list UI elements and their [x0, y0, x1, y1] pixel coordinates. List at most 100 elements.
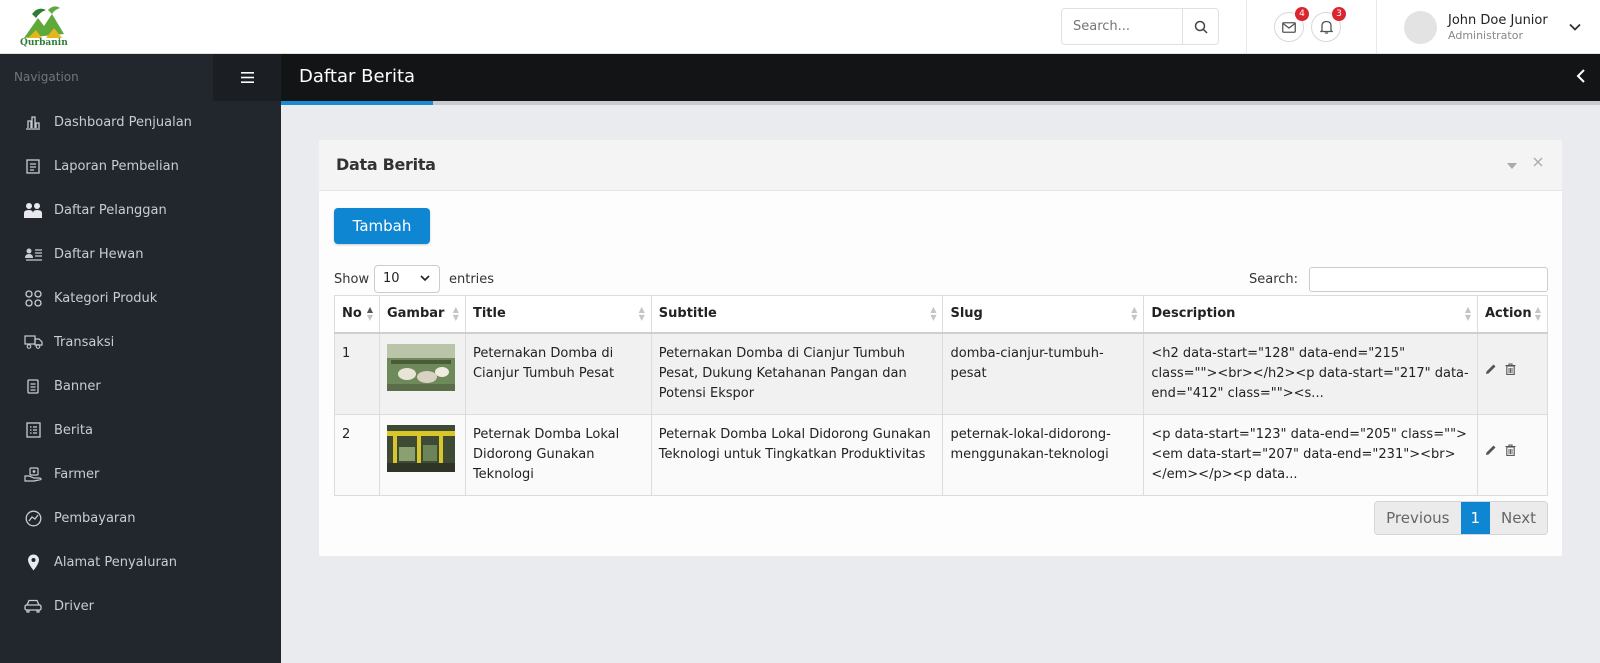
top-bar: Qurbanin 4 3 John Doe Junior Administrat… [0, 0, 1600, 54]
sidebar-item-driver[interactable]: Driver [0, 585, 281, 627]
sidebar-item-label: Banner [54, 378, 101, 394]
table-search-label: Search: [1249, 272, 1299, 287]
card-title: Data Berita [336, 155, 436, 174]
sidebar-header: Navigation [0, 54, 281, 101]
page-progress-track [281, 101, 1600, 105]
sidebar-item-label: Berita [54, 422, 93, 438]
column-header-description[interactable]: Description ▲ ▼ [1143, 295, 1478, 334]
cell-subtitle: Peternak Domba Lokal Didorong Gunakan Te… [650, 413, 944, 496]
show-label: Show [334, 272, 370, 287]
sidebar-item-banner[interactable]: Banner [0, 365, 281, 407]
pagination-page-1[interactable]: 1 [1460, 502, 1491, 534]
tambah-button[interactable]: Tambah [334, 208, 430, 244]
edit-icon[interactable] [1485, 443, 1497, 463]
sort-icon: ▲ ▼ [452, 305, 459, 322]
close-icon [1533, 157, 1543, 167]
column-header-gambar[interactable]: Gambar ▲ ▼ [378, 295, 466, 334]
sort-icon: ▲ ▼ [1131, 305, 1138, 322]
column-header-label: Action [1484, 306, 1532, 322]
berita-table: No ▲ ▼ Gambar ▲ ▼ Title ▲ ▼ Subtitle ▲ ▼ Slug ▲ ▼ … [334, 295, 1549, 496]
notifications-button[interactable]: 3 [1311, 7, 1346, 42]
sidebar-item-daftar-pelanggan[interactable]: Daftar Pelanggan [0, 189, 281, 231]
card-collapse-button[interactable] [1507, 158, 1517, 172]
column-header-title[interactable]: Title ▲ ▼ [464, 295, 652, 334]
sidebar-item-kategori-produk[interactable]: Kategori Produk [0, 277, 281, 319]
card-close-button[interactable] [1533, 156, 1543, 170]
sidebar-item-berita[interactable]: Berita [0, 409, 281, 451]
payment-icon [23, 508, 43, 528]
table-row: 1 Peternakan Domba di Cianjur Tumbuh Pes… [334, 332, 1549, 415]
news-thumbnail-image[interactable] [386, 424, 455, 472]
user-name[interactable]: John Doe Junior [1448, 13, 1548, 28]
news-icon [23, 420, 43, 440]
user-role: Administrator [1448, 29, 1523, 42]
header-divider [1246, 0, 1247, 54]
search-icon [1194, 20, 1208, 34]
page-size-select[interactable]: 10 [374, 265, 440, 293]
grid-icon [23, 288, 43, 308]
sidebar-toggle-button[interactable] [213, 54, 281, 101]
header-search-input[interactable] [1062, 9, 1182, 44]
data-berita-card: Data Berita Tambah Show 10 entries Searc… [318, 139, 1563, 557]
avatar[interactable] [1404, 11, 1437, 44]
users-icon [23, 200, 43, 220]
notifications-badge: 3 [1332, 7, 1346, 21]
page-header: Daftar Berita [281, 54, 1600, 101]
list-box-icon [23, 156, 43, 176]
sidebar-item-label: Pembayaran [54, 510, 136, 526]
news-thumbnail-image[interactable] [386, 343, 455, 391]
column-header-no[interactable]: No ▲ ▼ [334, 295, 380, 334]
column-header-slug[interactable]: Slug ▲ ▼ [942, 295, 1145, 334]
sidebar-item-pembayaran[interactable]: Pembayaran [0, 497, 281, 539]
location-pin-icon [23, 552, 43, 572]
pagination: Previous 1 Next [1374, 501, 1548, 535]
cell-action [1476, 413, 1549, 496]
page-title: Daftar Berita [299, 66, 416, 87]
page-progress-bar [281, 101, 433, 105]
table-search-input[interactable] [1309, 267, 1548, 292]
cell-subtitle: Peternakan Domba di Cianjur Tumbuh Pesat… [650, 332, 944, 415]
sidebar-item-label: Laporan Pembelian [54, 158, 179, 174]
sort-asc-icon: ▲ ▼ [366, 305, 373, 322]
sidebar-item-transaksi[interactable]: Transaksi [0, 321, 281, 363]
sidebar-item-dashboard-penjualan[interactable]: Dashboard Penjualan [0, 101, 281, 143]
edit-icon[interactable] [1485, 362, 1497, 382]
trash-icon[interactable] [1505, 362, 1516, 382]
sidebar-item-daftar-hewan[interactable]: Daftar Hewan [0, 233, 281, 275]
address-list-icon [23, 244, 43, 264]
column-header-subtitle[interactable]: Subtitle ▲ ▼ [650, 295, 944, 334]
pagination-next[interactable]: Next [1490, 502, 1547, 534]
sidebar-item-label: Dashboard Penjualan [54, 114, 192, 130]
trash-icon[interactable] [1505, 443, 1516, 463]
user-menu-toggle[interactable] [1568, 17, 1582, 36]
pagination-previous[interactable]: Previous [1375, 502, 1461, 534]
sidebar: Navigation Dashboard Penjualan Laporan P… [0, 54, 281, 663]
cell-gambar [378, 413, 466, 496]
sidebar-item-alamat-penyaluran[interactable]: Alamat Penyaluran [0, 541, 281, 583]
cell-title: Peternakan Domba di Cianjur Tumbuh Pesat [464, 332, 652, 415]
sort-icon: ▲ ▼ [1534, 305, 1541, 322]
hand-icon [23, 464, 43, 484]
entries-label: entries [449, 272, 495, 287]
bar-chart-icon [23, 112, 43, 132]
header-divider [1376, 0, 1377, 54]
column-header-label: Gambar [386, 306, 445, 322]
column-header-action[interactable]: Action ▲ ▼ [1476, 295, 1549, 334]
sidebar-item-label: Daftar Pelanggan [54, 202, 167, 218]
cell-no: 2 [334, 413, 380, 496]
sidebar-item-label: Kategori Produk [54, 290, 158, 306]
messages-badge: 4 [1295, 7, 1309, 21]
messages-button[interactable]: 4 [1274, 7, 1309, 42]
cell-gambar [378, 332, 466, 415]
sort-icon: ▲ ▼ [1464, 305, 1471, 322]
sidebar-item-farmer[interactable]: Farmer [0, 453, 281, 495]
cell-description: <p data-start="123" data-end="205" class… [1143, 413, 1478, 496]
sidebar-item-laporan-pembelian[interactable]: Laporan Pembelian [0, 145, 281, 187]
sidebar-item-label: Farmer [54, 466, 100, 482]
collapse-panel-button[interactable] [1576, 68, 1586, 88]
column-header-label: Description [1151, 306, 1236, 322]
header-search-button[interactable] [1182, 9, 1218, 44]
cell-description: <h2 data-start="128" data-end="215" clas… [1143, 332, 1478, 415]
header-search [1061, 8, 1219, 45]
car-icon [23, 596, 43, 616]
